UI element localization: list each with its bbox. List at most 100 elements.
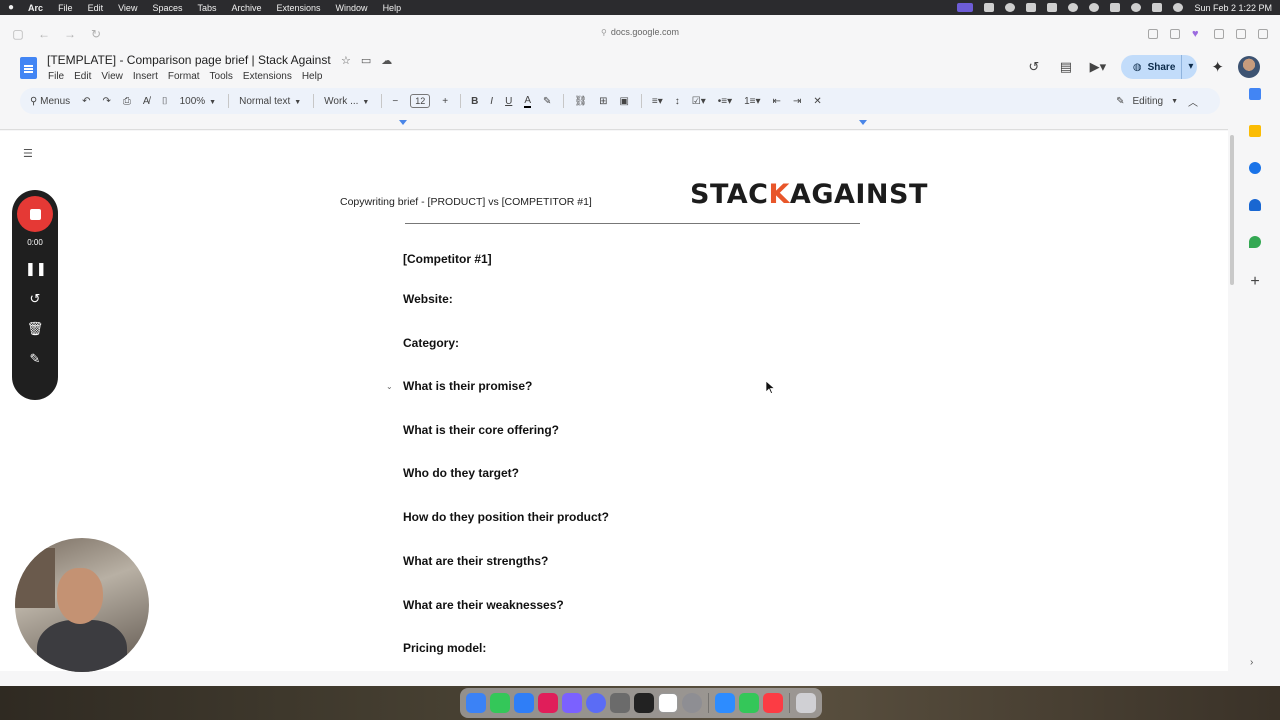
docs-menu-file[interactable]: File <box>48 71 64 82</box>
finder-icon[interactable] <box>466 693 486 713</box>
trash-icon[interactable]: 🗑 <box>25 321 45 337</box>
notion-icon[interactable] <box>658 693 678 713</box>
keep-icon[interactable] <box>1249 125 1261 137</box>
stop-recording-button[interactable] <box>17 196 53 232</box>
heading-category[interactable]: Category: <box>403 336 459 350</box>
bold-icon[interactable]: B <box>471 96 478 107</box>
share-button[interactable]: ◍ Share ▾ <box>1120 55 1198 79</box>
zoom-status-icon[interactable] <box>984 3 995 12</box>
checklist-icon[interactable]: ☑▾ <box>692 96 706 107</box>
version-history-icon[interactable]: ↺ <box>1025 59 1043 75</box>
decrease-font-icon[interactable]: − <box>392 96 398 107</box>
insert-image-icon[interactable]: ▣ <box>619 96 628 107</box>
font-select[interactable]: Work ... ▼ <box>324 96 369 107</box>
underline-icon[interactable]: U <box>505 96 512 107</box>
heading-target[interactable]: Who do they target? <box>403 466 519 480</box>
trash-icon[interactable] <box>796 693 816 713</box>
music-icon[interactable] <box>763 693 783 713</box>
mail-icon[interactable] <box>514 693 534 713</box>
siri-icon[interactable] <box>1173 3 1184 12</box>
messages-icon[interactable] <box>490 693 510 713</box>
meet-icon[interactable]: ▶▾ <box>1089 59 1107 75</box>
document-outline-icon[interactable]: ☰ <box>23 147 33 160</box>
heading-competitor[interactable]: [Competitor #1] <box>403 252 492 266</box>
share-dropdown-icon[interactable]: ▾ <box>1181 55 1193 79</box>
heading-weaknesses[interactable]: What are their weaknesses? <box>403 598 564 612</box>
calendar-icon[interactable] <box>1249 88 1261 100</box>
undo-icon[interactable]: ↶ <box>82 96 90 107</box>
system-settings-icon[interactable] <box>682 693 702 713</box>
menu-arc[interactable]: Arc <box>28 3 43 13</box>
link-icon[interactable]: ⛓ <box>574 96 587 107</box>
numbered-list-icon[interactable]: 1≡▾ <box>744 96 760 107</box>
highlight-icon[interactable]: ✎ <box>543 96 551 107</box>
onepassword-icon[interactable] <box>1068 3 1079 12</box>
menu-extensions[interactable]: Extensions <box>277 3 321 13</box>
menu-file[interactable]: File <box>58 3 73 13</box>
menu-edit[interactable]: Edit <box>88 3 104 13</box>
move-folder-icon[interactable]: ▭ <box>361 54 371 67</box>
arc-icon[interactable] <box>562 693 582 713</box>
brightness-icon[interactable] <box>1005 3 1016 12</box>
docs-menu-insert[interactable]: Insert <box>133 71 158 82</box>
notion-status-icon[interactable] <box>1026 3 1037 12</box>
menu-spaces[interactable]: Spaces <box>152 3 182 13</box>
docs-menu-extensions[interactable]: Extensions <box>243 71 292 82</box>
webcam-bubble[interactable] <box>15 538 149 672</box>
gemini-icon[interactable]: ✦ <box>1211 58 1224 76</box>
left-indent-marker[interactable] <box>399 120 407 125</box>
tasks-icon[interactable] <box>1249 162 1261 174</box>
document-title[interactable]: [TEMPLATE] - Comparison page brief | Sta… <box>47 53 331 67</box>
zoom-icon[interactable] <box>715 693 735 713</box>
slack-icon[interactable] <box>538 693 558 713</box>
wifi-icon[interactable] <box>1110 3 1121 12</box>
apple-icon[interactable]: ● <box>8 2 14 13</box>
increase-indent-icon[interactable]: ⇥ <box>793 96 801 107</box>
expand-panel-icon[interactable]: › <box>1250 657 1253 668</box>
google-docs-icon[interactable] <box>20 57 37 79</box>
text-color-icon[interactable]: A <box>524 95 531 108</box>
style-select[interactable]: Normal text ▼ <box>239 96 301 107</box>
docs-menu-view[interactable]: View <box>101 71 123 82</box>
search-icon[interactable] <box>1131 3 1142 12</box>
clear-formatting-icon[interactable]: ✕ <box>813 96 821 107</box>
font-size-input[interactable]: 12 <box>410 94 431 108</box>
docs-menu-format[interactable]: Format <box>168 71 200 82</box>
menu-tabs[interactable]: Tabs <box>197 3 216 13</box>
docs-menu-edit[interactable]: Edit <box>74 71 91 82</box>
heading-website[interactable]: Website: <box>403 292 453 306</box>
align-icon[interactable]: ≡▾ <box>652 96 663 107</box>
decrease-indent-icon[interactable]: ⇤ <box>773 96 781 107</box>
chevron-down-icon[interactable]: ⌄ <box>386 382 393 391</box>
heading-promise[interactable]: What is their promise? <box>403 379 532 393</box>
cloud-status-icon[interactable]: ☁ <box>381 54 392 67</box>
calculator-icon[interactable] <box>634 693 654 713</box>
url-bar[interactable]: ⚲ docs.google.com <box>0 27 1280 37</box>
control-center-icon[interactable] <box>1152 3 1163 12</box>
menus-search[interactable]: ⚲ Menus <box>30 96 70 107</box>
redo-icon[interactable]: ↷ <box>103 96 111 107</box>
vertical-scrollbar[interactable] <box>1228 131 1236 286</box>
facetime-icon[interactable] <box>739 693 759 713</box>
print-icon[interactable]: ⎙ <box>123 96 131 107</box>
collapse-toolbar-icon[interactable]: ︿ <box>1188 94 1198 109</box>
docs-menu-help[interactable]: Help <box>302 71 323 82</box>
account-avatar[interactable] <box>1238 56 1260 78</box>
add-comment-icon[interactable]: ⊞ <box>599 96 607 107</box>
docs-menu-tools[interactable]: Tools <box>210 71 233 82</box>
draw-icon[interactable]: ✎ <box>25 351 45 367</box>
menu-window[interactable]: Window <box>336 3 368 13</box>
italic-icon[interactable]: I <box>490 96 493 107</box>
heading-strengths[interactable]: What are their strengths? <box>403 554 548 568</box>
maps-icon[interactable] <box>1249 236 1261 248</box>
menu-view[interactable]: View <box>118 3 137 13</box>
bulleted-list-icon[interactable]: •≡▾ <box>718 96 732 107</box>
star-icon[interactable]: ☆ <box>341 54 351 67</box>
zoom-select[interactable]: 100% ▼ <box>180 96 217 107</box>
restart-icon[interactable]: ↺ <box>25 291 45 307</box>
menu-archive[interactable]: Archive <box>232 3 262 13</box>
increase-font-icon[interactable]: + <box>442 96 448 107</box>
contacts-icon[interactable] <box>1249 199 1261 211</box>
pause-icon[interactable]: ❚❚ <box>25 261 47 277</box>
comments-icon[interactable]: ▤ <box>1057 59 1075 75</box>
